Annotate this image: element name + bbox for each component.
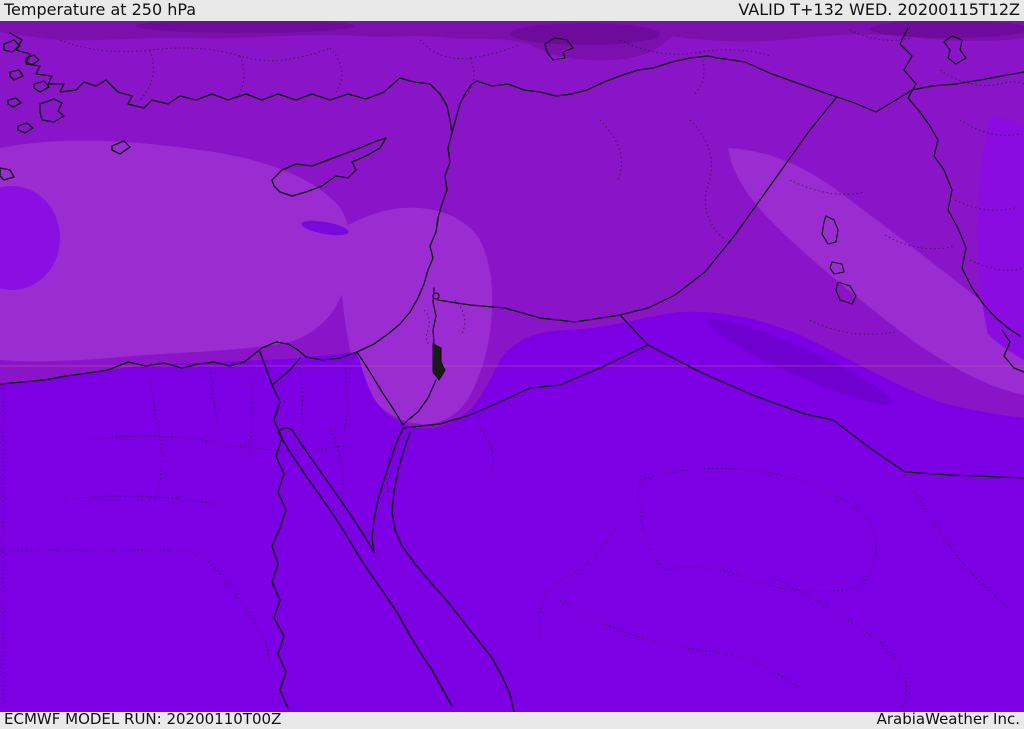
model-run-label: ECMWF MODEL RUN: 20200110T00Z bbox=[4, 710, 282, 728]
page-title: Temperature at 250 hPa bbox=[4, 0, 197, 19]
temp-field-top-dark-patch bbox=[510, 23, 660, 45]
title-bar: Temperature at 250 hPa VALID T+132 WED. … bbox=[0, 0, 1024, 21]
weather-map-window: Temperature at 250 hPa VALID T+132 WED. … bbox=[0, 0, 1024, 729]
map-canvas bbox=[0, 21, 1024, 712]
temperature-field-svg bbox=[0, 21, 1024, 712]
provider-label: ArabiaWeather Inc. bbox=[876, 710, 1020, 728]
footer-bar: ECMWF MODEL RUN: 20200110T00Z ArabiaWeat… bbox=[0, 710, 1024, 729]
valid-time-label: VALID T+132 WED. 20200115T12Z bbox=[738, 0, 1020, 19]
temp-field-lower bbox=[0, 311, 1024, 712]
